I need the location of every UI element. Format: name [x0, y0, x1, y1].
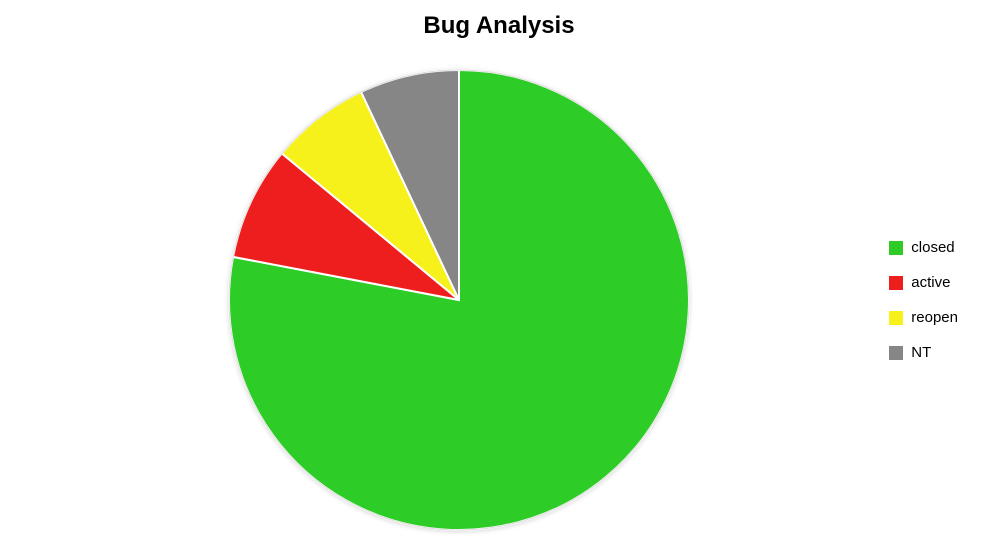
legend: closed active reopen NT — [889, 239, 958, 361]
legend-item-closed: closed — [889, 239, 958, 256]
legend-label: active — [911, 274, 950, 291]
legend-label: closed — [911, 239, 954, 256]
legend-label: NT — [911, 344, 931, 361]
chart-title: Bug Analysis — [0, 0, 998, 48]
legend-item-NT: NT — [889, 344, 958, 361]
legend-label: reopen — [911, 309, 958, 326]
legend-swatch-icon — [889, 241, 903, 255]
legend-swatch-icon — [889, 311, 903, 325]
legend-swatch-icon — [889, 276, 903, 290]
legend-item-active: active — [889, 274, 958, 291]
legend-swatch-icon — [889, 346, 903, 360]
chart-container: Bug Analysis closed active reopen NT — [0, 0, 998, 554]
pie-wrapper — [219, 60, 699, 540]
pie-chart — [219, 60, 699, 540]
legend-item-reopen: reopen — [889, 309, 958, 326]
chart-body: closed active reopen NT — [0, 48, 998, 552]
